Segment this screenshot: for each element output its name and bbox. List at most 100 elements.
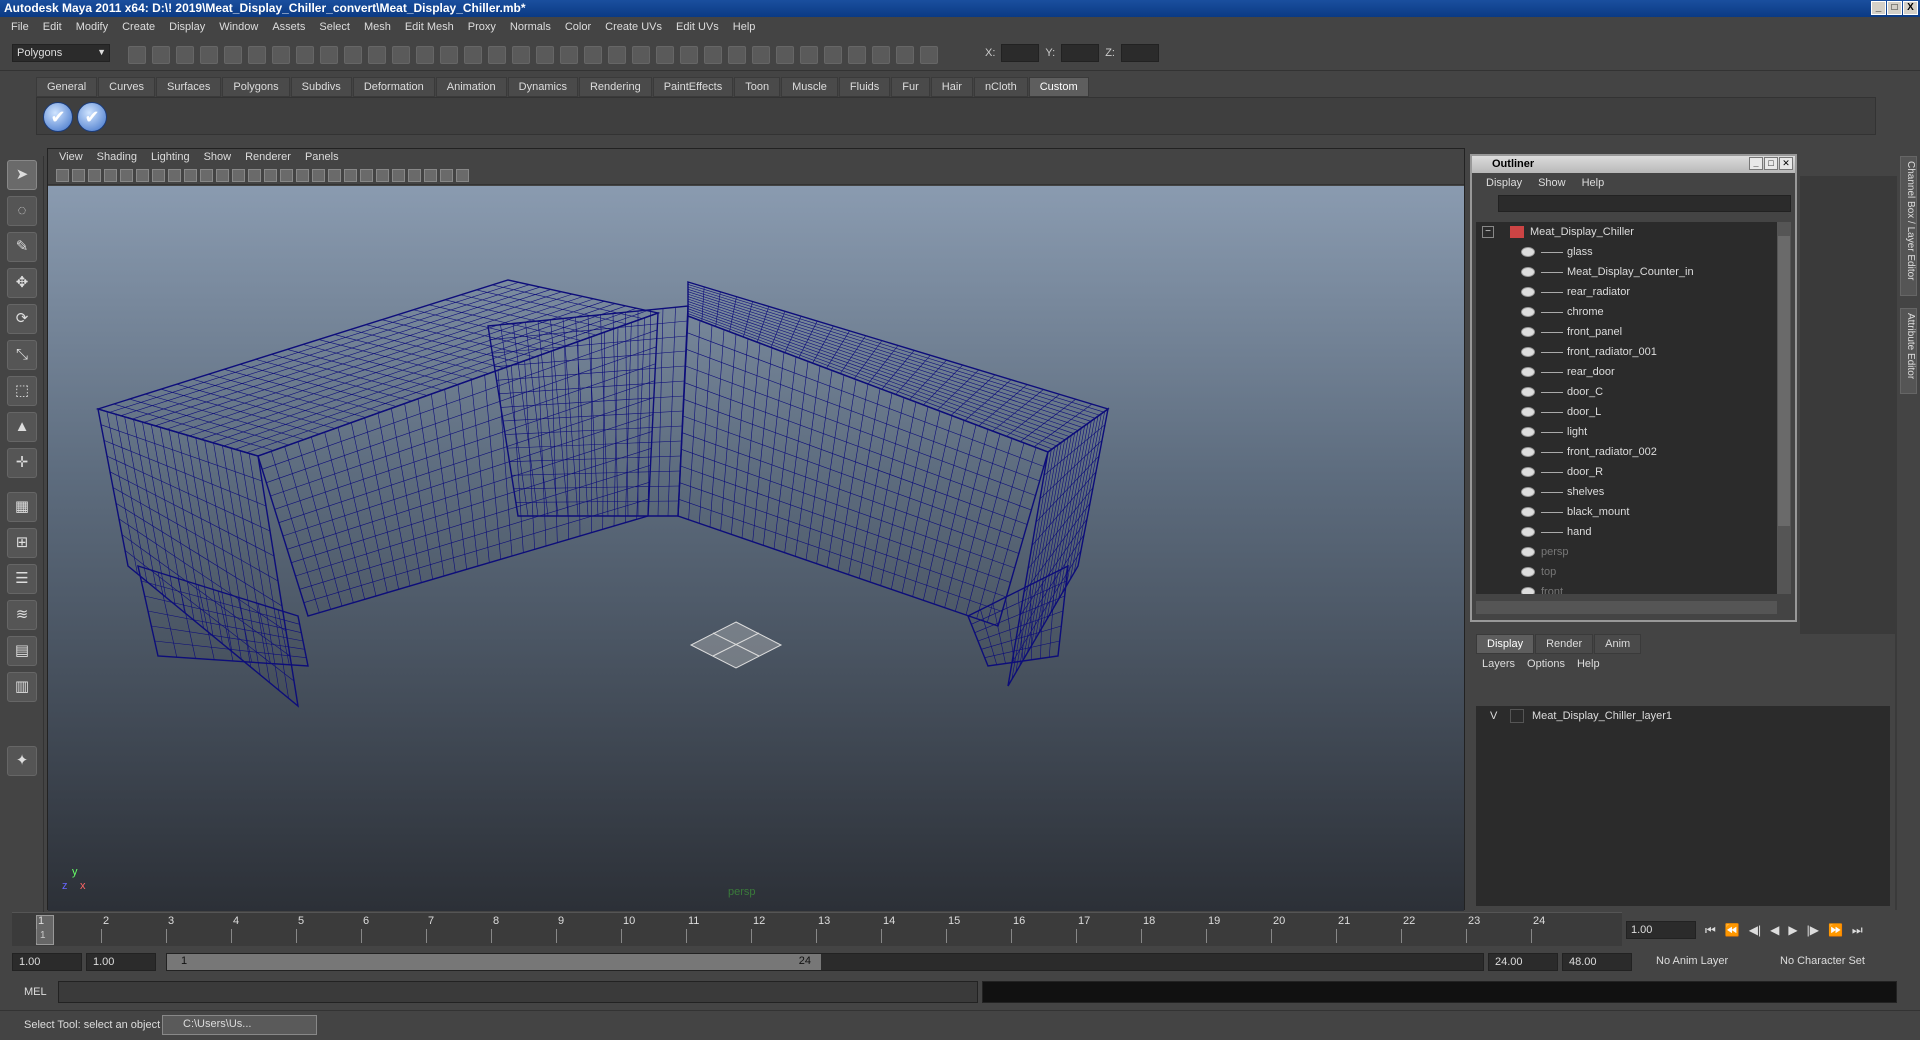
menu-proxy[interactable]: Proxy (461, 18, 503, 38)
outliner-camera-item[interactable]: persp (1476, 542, 1777, 562)
status-line-tool-icon[interactable] (152, 46, 170, 64)
shelf-tab-fluids[interactable]: Fluids (838, 77, 891, 97)
status-line-tool-icon[interactable] (632, 46, 650, 64)
outliner-item[interactable]: door_C (1476, 382, 1777, 402)
layer-menu-options[interactable]: Options (1521, 658, 1571, 670)
viewport-tool-icon[interactable] (104, 169, 117, 182)
menu-display[interactable]: Display (162, 18, 212, 38)
hypershade-layout-icon[interactable]: ▤ (7, 636, 37, 666)
single-perspective-layout-icon[interactable]: ▦ (7, 492, 37, 522)
viewport-tool-icon[interactable] (344, 169, 357, 182)
status-line-tool-icon[interactable] (176, 46, 194, 64)
outliner-menu-show[interactable]: Show (1530, 173, 1574, 193)
status-line-tool-icon[interactable] (392, 46, 410, 64)
outliner-scrollbar[interactable] (1777, 222, 1791, 594)
menu-file[interactable]: File (4, 18, 36, 38)
status-line-tool-icon[interactable] (824, 46, 842, 64)
shelf-tab-dynamics[interactable]: Dynamics (507, 77, 578, 97)
y-input[interactable] (1061, 44, 1100, 62)
channel-box-tab[interactable]: Channel Box / Layer Editor (1900, 156, 1917, 296)
end-time-field[interactable]: 48.00 (1562, 953, 1632, 971)
mel-label[interactable]: MEL (24, 986, 47, 998)
four-view-layout-icon[interactable]: ⊞ (7, 528, 37, 558)
menu-select[interactable]: Select (312, 18, 357, 38)
x-input[interactable] (1001, 44, 1040, 62)
start-time-field[interactable]: 1.00 (12, 953, 82, 971)
show-manip-tool-icon[interactable]: ✛ (7, 448, 37, 478)
move-tool-icon[interactable]: ✥ (7, 268, 37, 298)
time-slider[interactable]: 1 1 2 3 4 5 6 7 8 9 10 11 12 13 14 15 16 17 18 19 20 21 22 23 2… (12, 912, 1622, 946)
outliner-item[interactable]: Meat_Display_Counter_in (1476, 262, 1777, 282)
maximize-button[interactable]: □ (1887, 1, 1902, 15)
viewport-tool-icon[interactable] (376, 169, 389, 182)
viewport-tool-icon[interactable] (456, 169, 469, 182)
attribute-editor-tab[interactable]: Attribute Editor (1900, 308, 1917, 394)
shelf-tab-toon[interactable]: Toon (734, 77, 781, 97)
time-slider-track[interactable]: 1 1 2 3 4 5 6 7 8 9 10 11 12 13 14 15 16 17 18 19 20 21 22 23 2… (36, 915, 1596, 945)
status-line-tool-icon[interactable] (224, 46, 242, 64)
graph-layout-icon[interactable]: ≋ (7, 600, 37, 630)
step-forward-frame-icon[interactable]: |▶ (1807, 923, 1819, 937)
status-line-tool-icon[interactable] (488, 46, 506, 64)
step-back-frame-icon[interactable]: ◀| (1749, 923, 1761, 937)
status-line-tool-icon[interactable] (296, 46, 314, 64)
status-line-tool-icon[interactable] (896, 46, 914, 64)
outliner-maximize-icon[interactable]: □ (1764, 157, 1778, 170)
shelf-tab-animation[interactable]: Animation (435, 77, 507, 97)
viewport-tool-icon[interactable] (312, 169, 325, 182)
outliner-scroll-thumb[interactable] (1778, 236, 1790, 526)
shelf-tab-subdivs[interactable]: Subdivs (290, 77, 352, 97)
viewport-menu-renderer[interactable]: Renderer (238, 149, 298, 167)
layer-row[interactable]: V Meat_Display_Chiller_layer1 (1476, 706, 1890, 726)
status-line-tool-icon[interactable] (416, 46, 434, 64)
shelf-tab-custom[interactable]: Custom (1028, 77, 1089, 97)
shelf-tab-muscle[interactable]: Muscle (781, 77, 838, 97)
go-to-start-icon[interactable]: ⏮ (1705, 923, 1716, 938)
playback-end-field[interactable]: 24.00 (1488, 953, 1558, 971)
minimize-button[interactable]: _ (1871, 1, 1886, 15)
shelf-tab-surfaces[interactable]: Surfaces (155, 77, 222, 97)
viewport-tool-icon[interactable] (232, 169, 245, 182)
shelf-tab-fur[interactable]: Fur (891, 77, 930, 97)
viewport-tool-icon[interactable] (264, 169, 277, 182)
menu-mesh[interactable]: Mesh (357, 18, 398, 38)
outliner-minimize-icon[interactable]: _ (1749, 157, 1763, 170)
status-line-tool-icon[interactable] (608, 46, 626, 64)
step-back-key-icon[interactable]: ⏪ (1725, 923, 1740, 937)
custom-layout-icon[interactable]: ▥ (7, 672, 37, 702)
range-slider-thumb[interactable]: 1 24 (167, 954, 821, 970)
z-input[interactable] (1120, 44, 1159, 62)
status-line-tool-icon[interactable] (560, 46, 578, 64)
current-time-field[interactable]: 1.00 (1626, 921, 1696, 939)
status-line-tool-icon[interactable] (728, 46, 746, 64)
viewport-menu-panels[interactable]: Panels (298, 149, 346, 167)
layer-tab-anim[interactable]: Anim (1594, 634, 1642, 654)
status-line-tool-icon[interactable] (128, 46, 146, 64)
viewport-tool-icon[interactable] (248, 169, 261, 182)
status-line-tool-icon[interactable] (752, 46, 770, 64)
status-line-tool-icon[interactable] (704, 46, 722, 64)
outliner-item[interactable]: front_radiator_002 (1476, 442, 1777, 462)
layer-tab-display[interactable]: Display (1476, 634, 1535, 654)
outliner-camera-item[interactable]: front (1476, 582, 1777, 594)
outliner-item[interactable]: glass (1476, 242, 1777, 262)
status-line-tool-icon[interactable] (536, 46, 554, 64)
viewport-tool-icon[interactable] (280, 169, 293, 182)
viewport-tool-icon[interactable] (152, 169, 165, 182)
outliner-item[interactable]: hand (1476, 522, 1777, 542)
shelf-tab-polygons[interactable]: Polygons (222, 77, 290, 97)
outliner-root-item[interactable]: − Meat_Display_Chiller (1476, 222, 1777, 242)
shelf-tab-ncloth[interactable]: nCloth (973, 77, 1028, 97)
menu-help[interactable]: Help (726, 18, 763, 38)
viewport-tool-icon[interactable] (136, 169, 149, 182)
viewport-tool-icon[interactable] (296, 169, 309, 182)
status-line-tool-icon[interactable] (200, 46, 218, 64)
layer-template-toggle[interactable] (1510, 709, 1524, 723)
outliner-hscrollbar[interactable] (1476, 601, 1777, 614)
viewport-menu-shading[interactable]: Shading (90, 149, 144, 167)
viewport-menu-view[interactable]: View (52, 149, 90, 167)
status-line-tool-icon[interactable] (800, 46, 818, 64)
viewport-tool-icon[interactable] (120, 169, 133, 182)
playback-start-field[interactable]: 1.00 (86, 953, 156, 971)
menu-set-selector[interactable]: Polygons ▼ (12, 44, 110, 62)
